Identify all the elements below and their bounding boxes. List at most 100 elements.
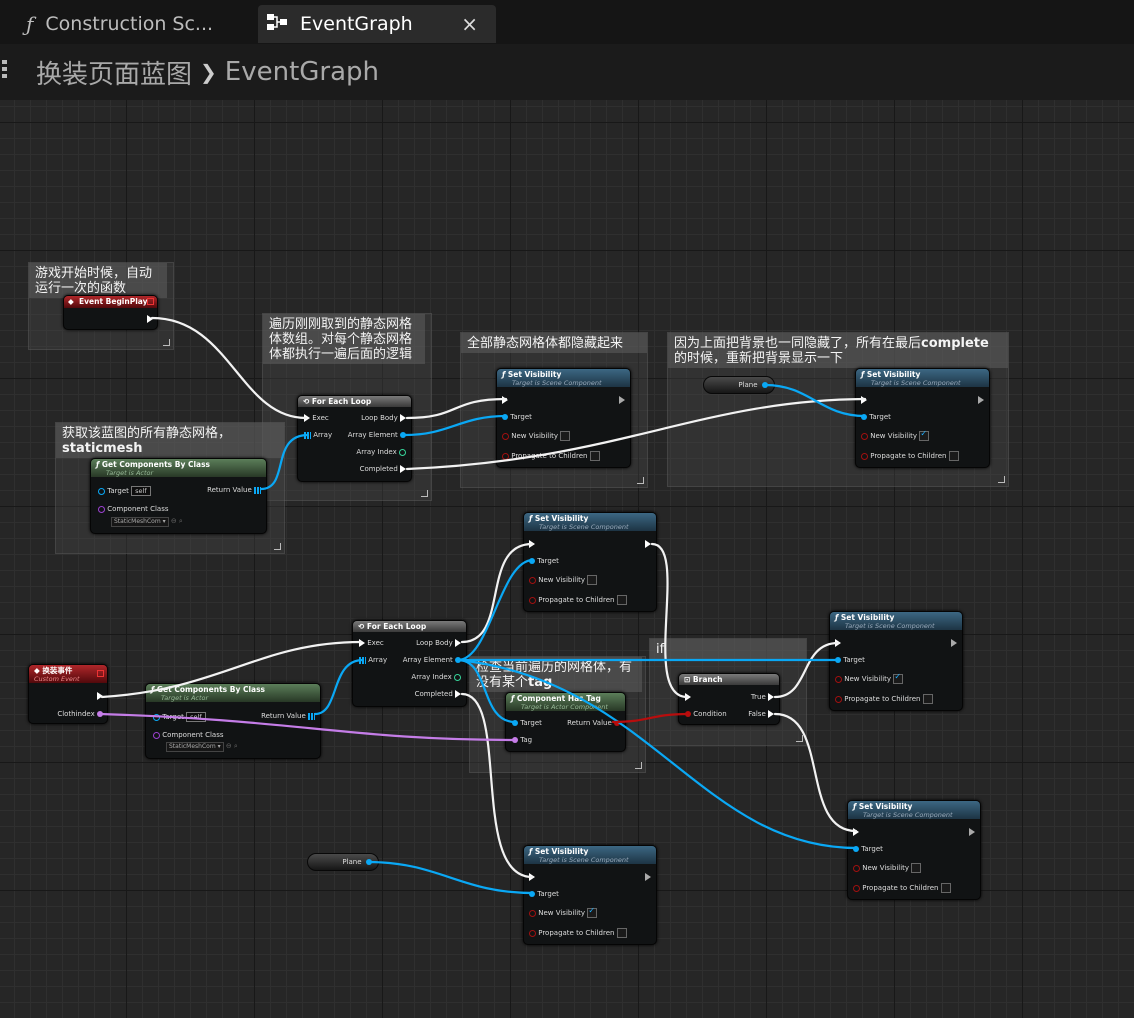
- component-class-pin[interactable]: Component Class: [153, 731, 224, 740]
- branch-node[interactable]: ⊡ Branch Condition True False: [678, 673, 780, 725]
- propagate-pin[interactable]: Propagate to Children: [529, 595, 627, 605]
- propagate-checkbox[interactable]: [616, 595, 627, 605]
- new-visibility-pin[interactable]: New Visibility: [835, 672, 904, 684]
- tab-eventgraph[interactable]: EventGraph ×: [258, 5, 496, 43]
- plane-output-pin[interactable]: Plane: [738, 381, 768, 390]
- component-has-tag-node[interactable]: ƒ Component Has Tag Target is Actor Comp…: [505, 692, 626, 752]
- component-class-select[interactable]: StaticMeshCom ▾ ⊖ ⌕: [166, 742, 238, 752]
- new-visibility-pin[interactable]: New Visibility: [502, 431, 571, 441]
- exec-output-pin[interactable]: [645, 873, 651, 882]
- for-each-loop-node[interactable]: ⟲ For Each Loop Exec Array Loop Body Arr…: [297, 395, 412, 482]
- return-value-pin[interactable]: Return Value: [567, 719, 620, 728]
- false-pin[interactable]: False: [748, 710, 774, 719]
- propagate-checkbox[interactable]: [589, 451, 600, 461]
- array-index-pin[interactable]: Array Index: [411, 673, 461, 682]
- array-input-pin[interactable]: Array: [359, 656, 387, 665]
- target-input-pin[interactable]: Target: [529, 890, 559, 899]
- target-input-pin[interactable]: Target: [512, 719, 542, 728]
- get-components-by-class-node[interactable]: ƒ Get Components By Class Target is Acto…: [90, 458, 267, 534]
- exec-output-pin[interactable]: [97, 692, 103, 701]
- exec-input-pin[interactable]: [529, 873, 535, 882]
- exec-output-pin[interactable]: [147, 315, 153, 324]
- target-input-pin[interactable]: Target: [529, 557, 559, 566]
- set-visibility-node[interactable]: ƒ Set Visibility Target is Scene Compone…: [523, 512, 657, 612]
- new-visibility-pin[interactable]: New Visibility: [529, 906, 598, 918]
- target-input-pin[interactable]: Target: [861, 413, 891, 422]
- new-visibility-checkbox[interactable]: [893, 672, 904, 684]
- set-visibility-node[interactable]: ƒ Set Visibility Target is Scene Compone…: [523, 845, 657, 945]
- close-icon[interactable]: ×: [461, 12, 478, 36]
- propagate-pin[interactable]: Propagate to Children: [861, 451, 959, 461]
- new-visibility-checkbox[interactable]: [560, 431, 571, 441]
- graph-tree-icon[interactable]: [2, 56, 12, 89]
- condition-pin[interactable]: Condition: [685, 710, 727, 719]
- exec-input-pin[interactable]: [853, 828, 859, 837]
- exec-output-pin[interactable]: [969, 828, 975, 837]
- exec-output-pin[interactable]: [619, 396, 625, 405]
- completed-pin[interactable]: Completed: [360, 465, 406, 474]
- loop-body-pin[interactable]: Loop Body: [416, 639, 461, 648]
- propagate-pin[interactable]: Propagate to Children: [502, 451, 600, 461]
- clothindex-output-pin[interactable]: Clothindex: [57, 710, 103, 719]
- array-index-pin[interactable]: Array Index: [356, 448, 406, 457]
- return-value-pin[interactable]: Return Value: [207, 486, 261, 495]
- return-value-pin[interactable]: Return Value: [261, 712, 315, 721]
- target-input-pin[interactable]: Target: [502, 413, 532, 422]
- target-self-field[interactable]: self: [131, 486, 151, 496]
- exec-input-pin[interactable]: [835, 639, 841, 648]
- component-class-select[interactable]: StaticMeshCom ▾ ⊖ ⌕: [111, 517, 183, 527]
- set-visibility-node[interactable]: ƒ Set Visibility Target is Scene Compone…: [496, 368, 631, 468]
- target-self-field[interactable]: self: [186, 712, 206, 722]
- exec-output-pin[interactable]: [978, 396, 984, 405]
- array-element-pin[interactable]: Array Element: [348, 431, 406, 440]
- exec-output-pin[interactable]: [951, 639, 957, 648]
- component-class-pin[interactable]: Component Class: [98, 505, 169, 514]
- event-beginplay-node[interactable]: ◆ Event BeginPlay: [63, 295, 158, 330]
- set-visibility-node[interactable]: ƒ Set Visibility Target is Scene Compone…: [855, 368, 990, 468]
- plane-variable-node[interactable]: Plane: [307, 853, 379, 871]
- target-input-pin[interactable]: Target: [835, 656, 865, 665]
- propagate-pin[interactable]: Propagate to Children: [529, 928, 627, 938]
- for-each-loop-node[interactable]: ⟲ For Each Loop Exec Array Loop Body Arr…: [352, 620, 467, 707]
- propagate-pin[interactable]: Propagate to Children: [835, 694, 933, 704]
- true-pin[interactable]: True: [751, 693, 774, 702]
- exec-input-pin[interactable]: Exec: [359, 639, 384, 648]
- new-visibility-pin[interactable]: New Visibility: [853, 863, 922, 873]
- completed-pin[interactable]: Completed: [415, 690, 461, 699]
- target-input-pin[interactable]: Target: [853, 845, 883, 854]
- get-components-by-class-node[interactable]: ƒ Get Components By Class Target is Acto…: [145, 683, 321, 759]
- delegate-pin[interactable]: [97, 670, 104, 677]
- comment-text: 遍历刚刚取到的静态网格体数组。对每个静态网格体都执行一遍后面的逻辑: [263, 314, 425, 364]
- tag-input-pin[interactable]: Tag: [512, 736, 532, 745]
- exec-input-pin[interactable]: [861, 396, 867, 405]
- exec-input-pin[interactable]: [685, 693, 691, 702]
- new-visibility-checkbox[interactable]: [587, 906, 598, 918]
- array-element-pin[interactable]: Array Element: [403, 656, 461, 665]
- new-visibility-pin[interactable]: New Visibility: [861, 429, 930, 441]
- exec-input-pin[interactable]: Exec: [304, 414, 329, 423]
- target-input-pin[interactable]: Target self: [98, 486, 151, 496]
- exec-input-pin[interactable]: [529, 540, 535, 549]
- delegate-pin[interactable]: [147, 298, 154, 305]
- propagate-checkbox[interactable]: [948, 451, 959, 461]
- new-visibility-checkbox[interactable]: [587, 575, 598, 585]
- loop-body-pin[interactable]: Loop Body: [361, 414, 406, 423]
- propagate-pin[interactable]: Propagate to Children: [853, 883, 951, 893]
- new-visibility-pin[interactable]: New Visibility: [529, 575, 598, 585]
- breadcrumb-blueprint[interactable]: 换装页面蓝图: [36, 54, 192, 91]
- plane-variable-node[interactable]: Plane: [703, 376, 775, 394]
- exec-output-pin[interactable]: [645, 540, 651, 549]
- propagate-checkbox[interactable]: [616, 928, 627, 938]
- new-visibility-checkbox[interactable]: [919, 429, 930, 441]
- array-input-pin[interactable]: Array: [304, 431, 332, 440]
- plane-output-pin[interactable]: Plane: [342, 858, 372, 867]
- set-visibility-node[interactable]: ƒ Set Visibility Target is Scene Compone…: [829, 611, 963, 711]
- custom-event-node[interactable]: ◆ 换装事件 Custom Event Clothindex: [28, 664, 108, 724]
- set-visibility-node[interactable]: ƒ Set Visibility Target is Scene Compone…: [847, 800, 981, 900]
- propagate-checkbox[interactable]: [940, 883, 951, 893]
- tab-construction-script[interactable]: ƒ Construction Sc...: [18, 5, 248, 43]
- exec-input-pin[interactable]: [502, 396, 508, 405]
- propagate-checkbox[interactable]: [922, 694, 933, 704]
- target-input-pin[interactable]: Target self: [153, 712, 206, 722]
- new-visibility-checkbox[interactable]: [911, 863, 922, 873]
